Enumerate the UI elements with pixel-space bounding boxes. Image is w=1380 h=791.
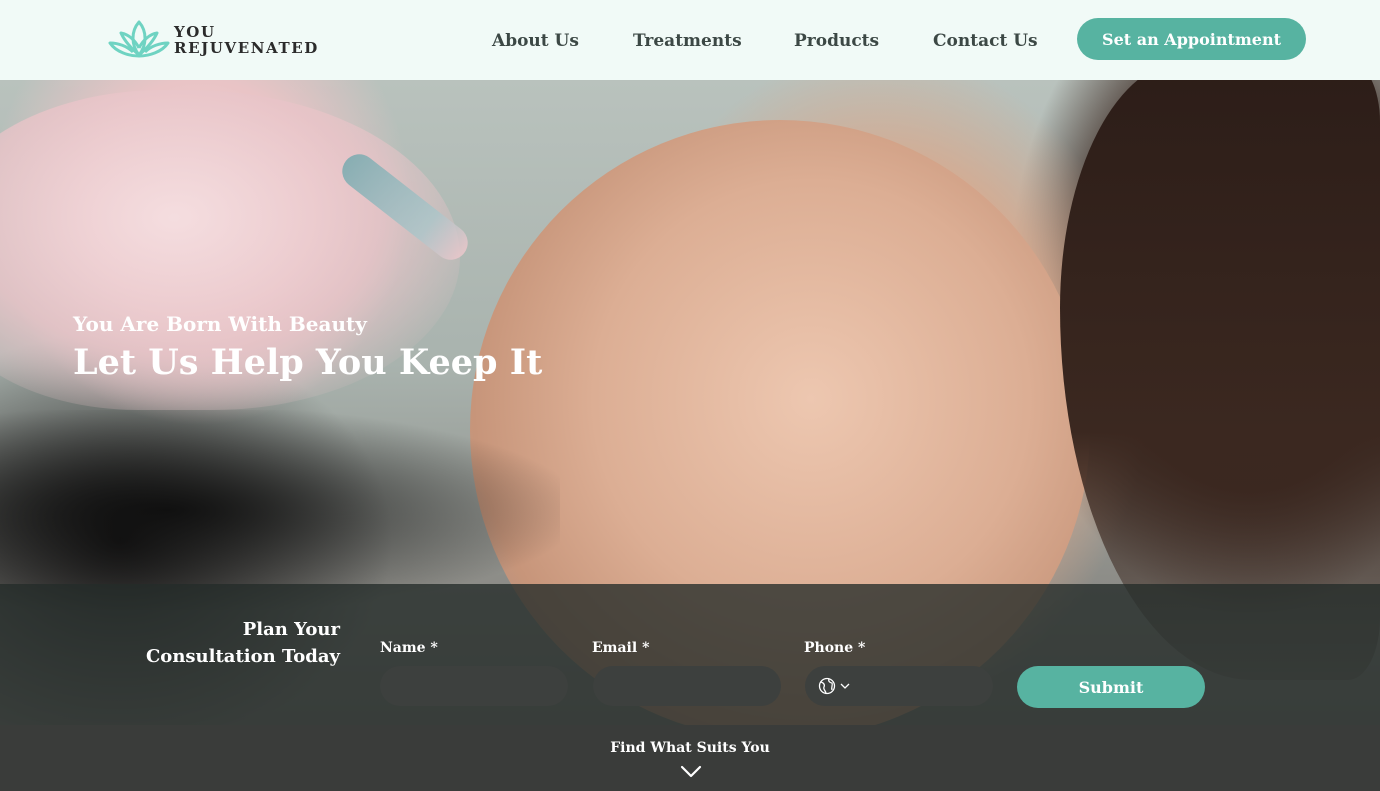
name-label: Name * <box>380 640 438 656</box>
lotus-icon <box>108 20 170 58</box>
brand-name: YOU REJUVENATED <box>174 24 319 56</box>
consultation-title-line-2: Consultation Today <box>145 646 340 667</box>
name-field[interactable] <box>380 666 568 706</box>
brand-line-2: REJUVENATED <box>174 39 319 57</box>
consultation-form: Plan Your Consultation Today Name * Emai… <box>0 584 1380 725</box>
set-appointment-button[interactable]: Set an Appointment <box>1077 18 1306 60</box>
nav-contact-us[interactable]: Contact Us <box>933 31 1038 51</box>
phone-country-selector[interactable] <box>818 677 850 695</box>
nav-products[interactable]: Products <box>794 31 879 51</box>
hero-title: Let Us Help You Keep It <box>73 342 543 383</box>
site-header: YOU REJUVENATED About Us Treatments Prod… <box>0 0 1380 80</box>
chevron-down-icon[interactable] <box>680 765 702 779</box>
find-what-suits-you-label: Find What Suits You <box>610 740 770 756</box>
consultation-title: Plan Your Consultation Today <box>146 616 340 670</box>
chevron-down-icon <box>840 683 850 689</box>
consultation-title-line-1: Plan Your <box>242 619 340 640</box>
phone-label: Phone * <box>804 640 866 656</box>
nav-treatments[interactable]: Treatments <box>633 31 742 51</box>
globe-icon <box>818 677 836 695</box>
nav-about-us[interactable]: About Us <box>492 31 579 51</box>
hero-subtitle: You Are Born With Beauty <box>73 312 367 336</box>
brand-logo[interactable]: YOU REJUVENATED <box>108 18 319 62</box>
brand-line-1: YOU <box>174 23 216 41</box>
submit-button[interactable]: Submit <box>1017 666 1205 708</box>
hero-background-shadow <box>0 410 560 610</box>
email-label: Email * <box>592 640 650 656</box>
find-what-suits-you-bar[interactable]: Find What Suits You <box>0 725 1380 791</box>
email-field[interactable] <box>593 666 781 706</box>
